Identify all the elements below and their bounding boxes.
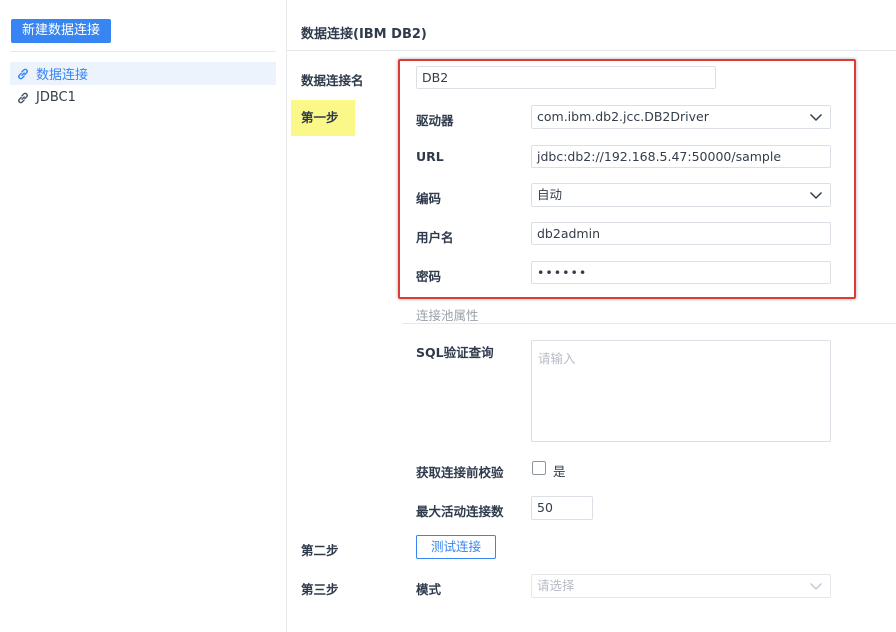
step2-label: 第二步 [301,543,339,558]
encoding-label: 编码 [416,191,442,206]
validate-before-label: 获取连接前校验 [416,465,504,480]
left-divider [10,51,276,52]
driver-select-value: com.ibm.db2.jcc.DB2Driver [537,109,709,124]
validate-before-checkbox-label[interactable]: 是 [553,461,566,480]
panel-splitter[interactable] [286,0,287,632]
data-connection-page: 新建数据连接 数据连接 JDBC1 数据连接(IBM DB2) 数据连接名 DB… [0,0,896,632]
link-icon [16,91,30,105]
encoding-select[interactable]: 自动 [531,183,831,207]
test-connection-button[interactable]: 测试连接 [416,535,496,559]
validate-before-checkbox[interactable] [532,461,546,475]
step3-label: 第三步 [301,582,339,597]
chevron-down-icon [802,575,830,597]
url-label: URL [416,149,444,164]
connection-name-label: 数据连接名 [301,73,364,88]
username-label: 用户名 [416,230,454,245]
pool-divider [402,323,896,324]
schema-select-placeholder: 请选择 [537,578,575,593]
tree-item-label: 数据连接 [36,68,89,83]
password-input[interactable]: •••••• [531,261,831,284]
schema-label: 模式 [416,582,442,597]
driver-label: 驱动器 [416,113,454,128]
step1-label: 第一步 [291,100,355,136]
schema-select[interactable]: 请选择 [531,574,831,598]
page-title: 数据连接(IBM DB2) [301,27,427,42]
max-active-input[interactable]: 50 [531,496,593,520]
url-input[interactable]: jdbc:db2://192.168.5.47:50000/sample [531,145,831,168]
password-label: 密码 [416,269,442,284]
tree-item-label: JDBC1 [36,90,76,105]
pool-section-label: 连接池属性 [416,308,479,323]
chevron-down-icon [802,184,830,206]
driver-select[interactable]: com.ibm.db2.jcc.DB2Driver [531,105,831,129]
connection-name-input[interactable]: DB2 [416,66,716,89]
title-divider [287,50,896,51]
tree-item-jdbc1[interactable]: JDBC1 [10,86,276,109]
sql-validate-textarea[interactable]: 请输入 [531,340,831,442]
new-connection-button[interactable]: 新建数据连接 [11,19,111,43]
encoding-select-value: 自动 [537,187,563,202]
link-icon [16,67,30,81]
sql-validate-label: SQL验证查询 [416,345,494,360]
max-active-label: 最大活动连接数 [416,504,504,519]
chevron-down-icon [802,106,830,128]
username-input[interactable]: db2admin [531,222,831,245]
tree-item-data-connection[interactable]: 数据连接 [10,62,276,85]
